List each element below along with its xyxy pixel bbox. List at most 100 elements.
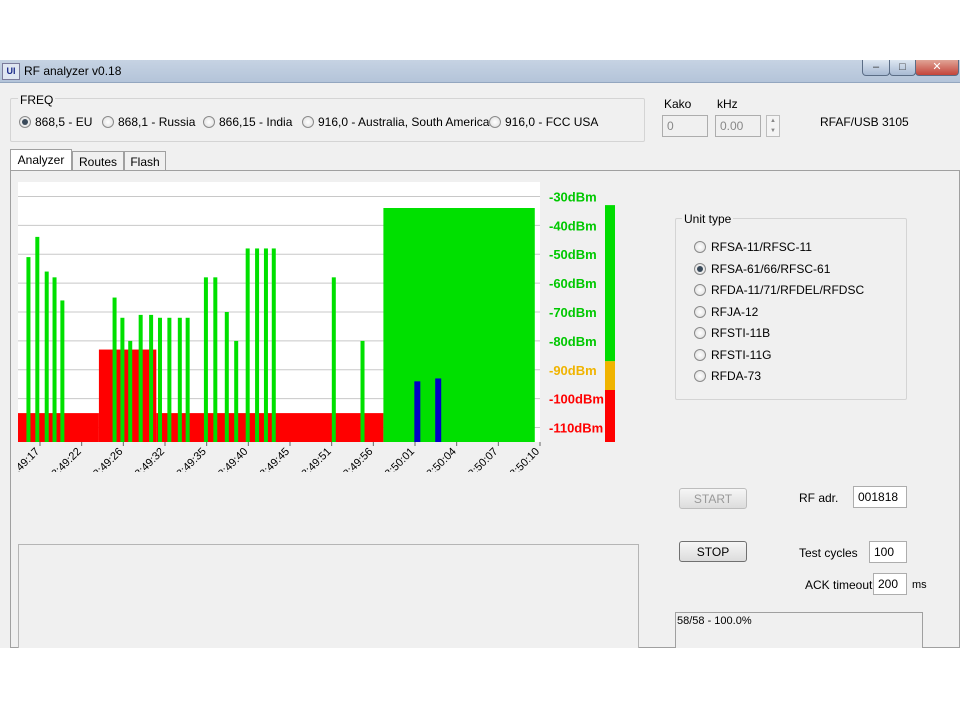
radio-unit-rfda-73-label: RFDA-73 <box>711 369 762 383</box>
radio-freq-australia-label: 916,0 - Australia, South America <box>318 115 490 129</box>
khz-spinner[interactable]: ▲ ▼ <box>766 115 780 137</box>
radio-freq-india[interactable] <box>203 116 215 128</box>
rf-adr-label: RF adr. <box>799 491 839 505</box>
x-tick-label: 08:49:22 <box>45 446 84 472</box>
x-tick-label: 08:49:17 <box>18 446 42 472</box>
tab-analyzer[interactable]: Analyzer <box>10 149 72 171</box>
signal-bar <box>112 297 117 442</box>
x-tick-label: 08:49:35 <box>170 446 209 472</box>
noise-floor-bar <box>98 349 157 442</box>
kako-label: Kako <box>664 97 692 111</box>
kako-field[interactable]: 0 <box>662 115 708 137</box>
signal-bar <box>149 314 154 442</box>
signal-bar <box>157 317 162 442</box>
ack-timeout-label: ACK timeout <box>805 578 873 592</box>
signal-bar <box>271 248 276 442</box>
radio-freq-australia[interactable] <box>302 116 314 128</box>
signal-bar <box>60 300 65 442</box>
x-tick-label: 08:50:01 <box>378 446 417 472</box>
stop-button[interactable]: STOP <box>679 541 747 562</box>
signal-bar <box>128 340 133 442</box>
y-tick-label: -100dBm <box>549 392 604 407</box>
level-bar-segment <box>605 205 615 362</box>
radio-unit-rfsti-11b[interactable] <box>694 327 706 339</box>
x-tick-label: 08:49:40 <box>212 446 251 472</box>
status-textbox[interactable]: 58/58 - 100.0% <box>675 612 923 648</box>
tab-flash[interactable]: Flash <box>124 151 166 171</box>
unit-type-group-label: Unit type <box>682 212 734 226</box>
radio-unit-rfsti-11g[interactable] <box>694 349 706 361</box>
x-tick-label: 08:50:10 <box>503 446 542 472</box>
freq-group-label: FREQ <box>18 93 56 107</box>
signal-bar <box>177 317 182 442</box>
radio-unit-rfsa-61-label: RFSA-61/66/RFSC-61 <box>711 262 831 276</box>
x-tick-label: 08:50:04 <box>420 446 459 472</box>
radio-freq-eu[interactable] <box>19 116 31 128</box>
x-tick-label: 08:49:45 <box>253 446 292 472</box>
signal-bar <box>255 248 260 442</box>
close-button[interactable]: ✕ <box>915 60 959 76</box>
minimize-button[interactable]: – <box>862 60 890 76</box>
x-tick-label: 08:49:56 <box>337 446 376 472</box>
radio-unit-rfja-12-label: RFJA-12 <box>711 305 759 319</box>
ack-timeout-field[interactable]: 200 <box>873 573 907 595</box>
status-text: 58/58 - 100.0% <box>677 615 752 627</box>
y-tick-label: -60dBm <box>549 276 597 291</box>
y-tick-label: -110dBm <box>549 421 603 436</box>
blue-signal-bar <box>435 378 442 442</box>
y-tick-label: -40dBm <box>549 218 597 233</box>
blue-signal-bar <box>414 381 421 442</box>
signal-bar <box>26 257 31 442</box>
signal-bar <box>360 340 365 442</box>
khz-field[interactable]: 0.00 <box>715 115 761 137</box>
signal-bar <box>203 277 208 442</box>
y-tick-label: -50dBm <box>549 247 597 262</box>
radio-unit-rfda-11[interactable] <box>694 284 706 296</box>
signal-bar <box>331 277 336 442</box>
y-tick-label: -30dBm <box>549 189 597 204</box>
radio-freq-india-label: 866,15 - India <box>219 115 293 129</box>
radio-unit-rfsa-11[interactable] <box>694 241 706 253</box>
rf-adr-field[interactable]: 001818 <box>853 486 907 508</box>
radio-unit-rfsti-11g-label: RFSTI-11G <box>711 348 772 362</box>
signal-bar <box>138 314 143 442</box>
test-cycles-field[interactable]: 100 <box>869 541 907 563</box>
radio-unit-rfda-11-label: RFDA-11/71/RFDEL/RFDSC <box>711 283 865 297</box>
signal-bar <box>52 277 57 442</box>
radio-unit-rfda-73[interactable] <box>694 370 706 382</box>
khz-label: kHz <box>717 97 738 111</box>
app-icon: UI <box>2 63 20 80</box>
screen-background <box>0 0 960 60</box>
signal-bar <box>234 340 239 442</box>
log-textbox[interactable] <box>18 544 639 648</box>
x-tick-label: 08:50:07 <box>462 446 501 472</box>
radio-freq-russia[interactable] <box>102 116 114 128</box>
x-tick-label: 08:49:51 <box>295 446 334 472</box>
signal-bar <box>224 312 229 442</box>
app-window: UI RF analyzer v0.18 – □ ✕ FREQ 868,5 - … <box>0 60 960 648</box>
signal-bar <box>245 248 250 442</box>
signal-bar <box>213 277 218 442</box>
strong-signal-block <box>383 208 535 442</box>
tab-routes[interactable]: Routes <box>72 151 124 171</box>
signal-bar <box>35 236 40 442</box>
y-tick-label: -70dBm <box>549 305 597 320</box>
signal-bar <box>185 317 190 442</box>
radio-unit-rfsa-61[interactable] <box>694 263 706 275</box>
radio-unit-rfsa-11-label: RFSA-11/RFSC-11 <box>711 240 812 254</box>
radio-unit-rfja-12[interactable] <box>694 306 706 318</box>
y-tick-label: -90dBm <box>549 363 597 378</box>
maximize-button[interactable]: □ <box>889 60 916 76</box>
y-tick-label: -80dBm <box>549 334 597 349</box>
radio-unit-rfsti-11b-label: RFSTI-11B <box>711 326 771 340</box>
title-bar[interactable]: UI RF analyzer v0.18 – □ ✕ <box>0 60 960 83</box>
radio-freq-eu-label: 868,5 - EU <box>35 115 93 129</box>
signal-chart: -30dBm -40dBm -50dBm -60dBm -70dBm -80dBm -90d… <box>18 182 615 472</box>
start-button[interactable]: START <box>679 488 747 509</box>
signal-bar <box>167 317 172 442</box>
signal-bar <box>120 317 125 442</box>
radio-freq-fcc-usa[interactable] <box>489 116 501 128</box>
level-bar-segment <box>605 390 615 442</box>
level-bar-segment <box>605 361 615 390</box>
ack-timeout-unit: ms <box>912 579 927 591</box>
